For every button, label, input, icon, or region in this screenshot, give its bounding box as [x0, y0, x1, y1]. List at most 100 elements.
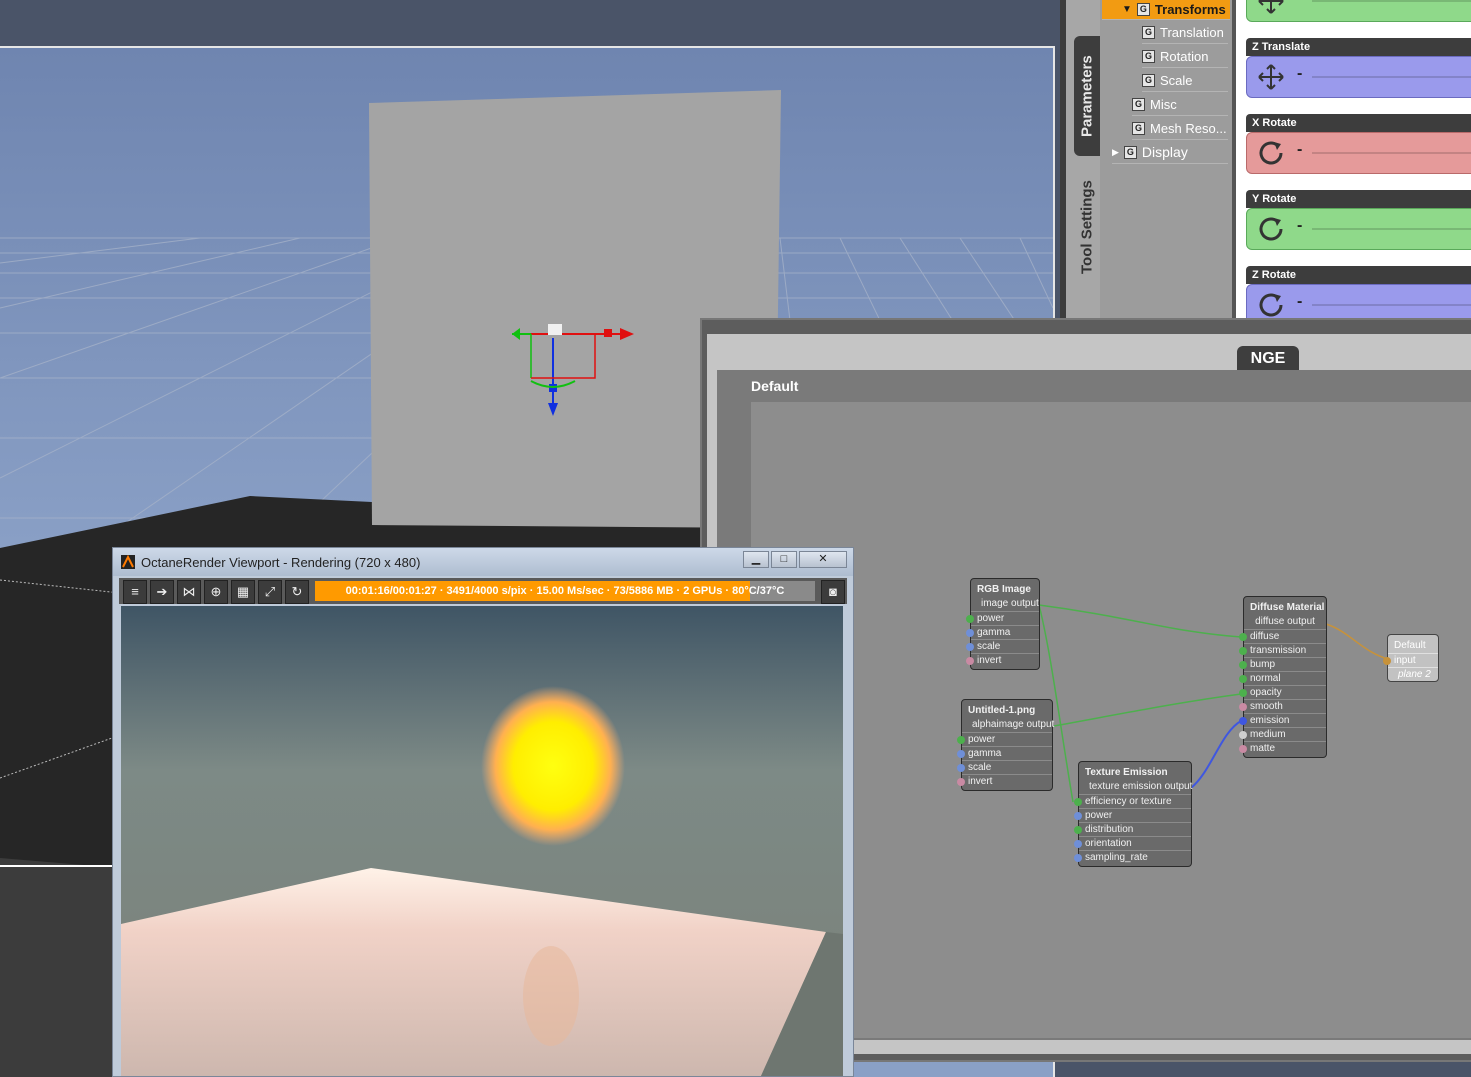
node-input[interactable]: emission: [1239, 713, 1326, 727]
pin-icon[interactable]: [1239, 745, 1247, 753]
import-icon[interactable]: ➔: [150, 580, 174, 604]
tree-item-scale[interactable]: G Scale: [1142, 69, 1228, 92]
node-output[interactable]: alphaimage output: [962, 718, 1054, 732]
pin-icon[interactable]: [1239, 633, 1247, 641]
node-default-output[interactable]: Default input plane 2: [1383, 634, 1439, 682]
menu-icon[interactable]: ≡: [123, 580, 147, 604]
pin-icon[interactable]: [1383, 657, 1391, 665]
node-input[interactable]: smooth: [1239, 699, 1326, 713]
group-icon: G: [1132, 121, 1145, 135]
tree-item-transforms[interactable]: ▼ G Transforms: [1102, 0, 1230, 20]
pin-icon[interactable]: [957, 736, 965, 744]
dial-x-rotate[interactable]: X Rotate -: [1246, 114, 1471, 174]
node-input[interactable]: power: [1074, 808, 1191, 822]
node-output[interactable]: image output: [971, 597, 1039, 611]
tree-item-display[interactable]: ▶ G Display: [1112, 141, 1228, 164]
tab-tool-settings[interactable]: Tool Settings: [1074, 170, 1100, 285]
node-input[interactable]: input: [1383, 653, 1438, 667]
pin-icon[interactable]: [957, 764, 965, 772]
pin-icon[interactable]: [957, 778, 965, 786]
node-input[interactable]: matte: [1239, 741, 1326, 755]
pin-icon[interactable]: [1239, 689, 1247, 697]
node-untitled-png[interactable]: Untitled-1.png alphaimage output power g…: [957, 699, 1054, 791]
node-input[interactable]: distribution: [1074, 822, 1191, 836]
node-input-label: invert: [968, 776, 993, 787]
node-input[interactable]: efficiency or texture: [1074, 794, 1191, 808]
node-input[interactable]: plane 2: [1388, 667, 1438, 681]
node-texture-emission[interactable]: Texture Emission texture emission output…: [1074, 761, 1192, 867]
pin-icon[interactable]: [957, 750, 965, 758]
node-output[interactable]: texture emission output: [1079, 780, 1192, 794]
refresh-icon[interactable]: ↻: [285, 580, 309, 604]
dial-z-translate[interactable]: Z Translate -: [1246, 38, 1471, 98]
close-button[interactable]: ✕: [799, 551, 847, 568]
grid-icon[interactable]: ▦: [231, 580, 255, 604]
maximize-button[interactable]: □: [771, 551, 797, 568]
pin-icon[interactable]: [1239, 717, 1247, 725]
node-input[interactable]: power: [957, 732, 1052, 746]
window-titlebar[interactable]: OctaneRender Viewport - Rendering (720 x…: [113, 548, 853, 576]
node-input[interactable]: normal: [1239, 671, 1326, 685]
node-output[interactable]: diffuse output: [1244, 615, 1326, 629]
pin-icon[interactable]: [966, 629, 974, 637]
tab-parameters[interactable]: Parameters: [1074, 36, 1100, 156]
camera-icon[interactable]: ◙: [821, 580, 845, 604]
pin-icon[interactable]: [1239, 731, 1247, 739]
nge-tab[interactable]: NGE: [1237, 346, 1299, 372]
node-rgb-image[interactable]: RGB Image image output power gamma scale…: [966, 578, 1040, 670]
pin-icon[interactable]: [966, 615, 974, 623]
rotate-icon: [1259, 293, 1283, 317]
dial-slider[interactable]: -: [1246, 56, 1471, 98]
node-input[interactable]: invert: [966, 653, 1039, 667]
node-input[interactable]: invert: [957, 774, 1052, 788]
node-input[interactable]: scale: [957, 760, 1052, 774]
pin-icon[interactable]: [1239, 661, 1247, 669]
node-input[interactable]: diffuse: [1239, 629, 1326, 643]
node-input[interactable]: gamma: [966, 625, 1039, 639]
node-input[interactable]: medium: [1239, 727, 1326, 741]
share-icon[interactable]: ⋈: [177, 580, 201, 604]
pin-icon[interactable]: [1074, 840, 1082, 848]
tree-item-translation[interactable]: G Translation: [1142, 21, 1228, 44]
pin-icon[interactable]: [1239, 675, 1247, 683]
tree-item-mesh-resolution[interactable]: G Mesh Reso...: [1132, 117, 1228, 140]
dial-y-rotate[interactable]: Y Rotate -: [1246, 190, 1471, 250]
node-input-label: gamma: [977, 627, 1011, 638]
node-input[interactable]: orientation: [1074, 836, 1191, 850]
node-input[interactable]: transmission: [1239, 643, 1326, 657]
node-graph-canvas[interactable]: RGB Image image output power gamma scale…: [751, 402, 1471, 1038]
octane-viewport-window[interactable]: OctaneRender Viewport - Rendering (720 x…: [112, 547, 854, 1077]
dial-slider[interactable]: -: [1246, 132, 1471, 174]
pin-icon[interactable]: [1239, 703, 1247, 711]
node-input-label: scale: [977, 641, 1001, 652]
pin-icon[interactable]: [1074, 798, 1082, 806]
dial-z-rotate[interactable]: Z Rotate -: [1246, 266, 1471, 326]
pin-icon[interactable]: [1074, 812, 1082, 820]
node-diffuse-material[interactable]: Diffuse Material diffuse output diffuse …: [1239, 596, 1327, 758]
expand-arrow-icon[interactable]: ▼: [1122, 4, 1132, 15]
tree-item-misc[interactable]: G Misc: [1132, 93, 1228, 116]
pin-icon[interactable]: [1239, 647, 1247, 655]
target-icon[interactable]: ⊕: [204, 580, 228, 604]
pin-icon[interactable]: [966, 643, 974, 651]
minimize-button[interactable]: ▁: [743, 551, 769, 568]
move-icon: [1258, 0, 1284, 14]
dial-slider[interactable]: -: [1246, 0, 1471, 22]
render-output[interactable]: [121, 606, 843, 1076]
pin-icon[interactable]: [1074, 854, 1082, 862]
node-input[interactable]: bump: [1239, 657, 1326, 671]
node-input[interactable]: scale: [966, 639, 1039, 653]
pin-icon[interactable]: [966, 657, 974, 665]
group-icon: G: [1142, 25, 1155, 39]
node-input[interactable]: sampling_rate: [1074, 850, 1191, 864]
expand-arrow-icon[interactable]: ▶: [1112, 147, 1119, 158]
node-input-label: sampling_rate: [1085, 852, 1148, 863]
tree-item-rotation[interactable]: G Rotation: [1142, 45, 1228, 68]
fullscreen-icon[interactable]: ⤢: [258, 580, 282, 604]
node-input[interactable]: opacity: [1239, 685, 1326, 699]
dial-y-translate[interactable]: -: [1246, 0, 1471, 22]
dial-slider[interactable]: -: [1246, 208, 1471, 250]
pin-icon[interactable]: [1074, 826, 1082, 834]
node-input[interactable]: gamma: [957, 746, 1052, 760]
node-input[interactable]: power: [966, 611, 1039, 625]
